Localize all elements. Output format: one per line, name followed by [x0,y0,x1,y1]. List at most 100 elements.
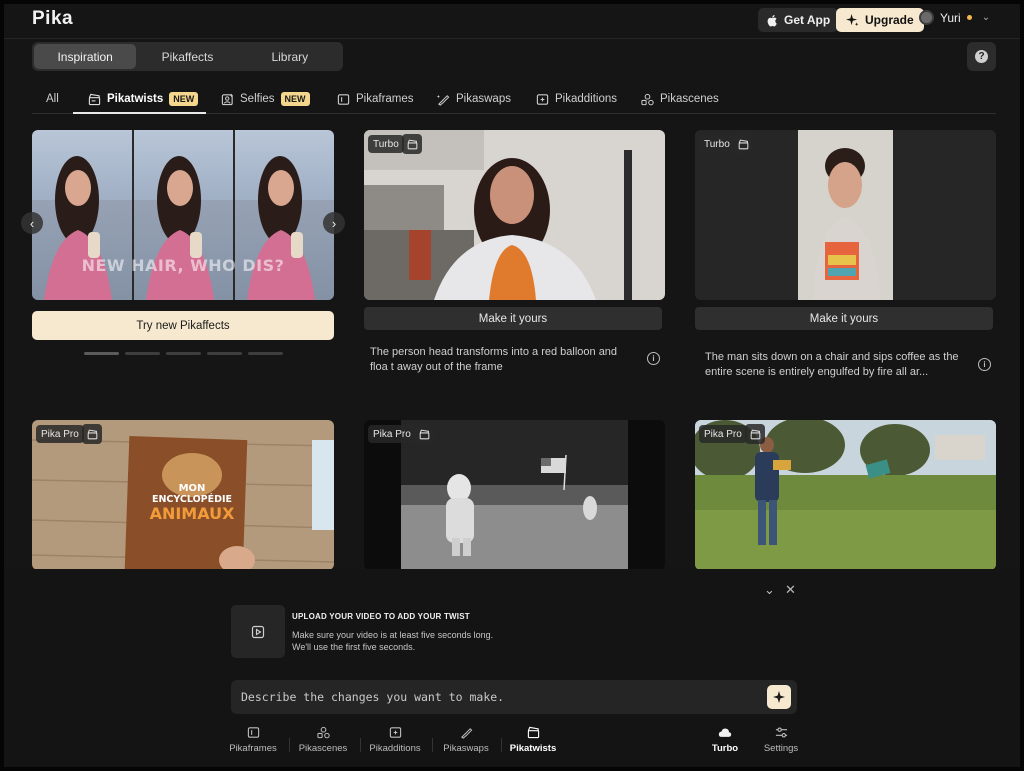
scenes-icon [316,726,330,739]
category-pikaframes[interactable]: Pikaframes [337,84,414,114]
try-pikaffects-button[interactable]: Try new Pikaffects [32,311,334,340]
sparkle-icon [773,691,785,703]
user-name: Yuri [940,10,961,25]
category-selfies[interactable]: Selfies NEW [221,84,310,114]
add-icon [389,727,401,738]
user-menu[interactable]: Yuri ⌄ [919,10,990,25]
category-label: Pikaframes [356,93,414,105]
help-icon: ? [975,50,988,63]
tool-pikaframes[interactable]: Pikaframes [223,726,283,754]
upload-video-icon [251,625,265,638]
model-tag: Pika Pro [368,425,416,443]
twist-tag-icon [402,134,422,154]
settings-sliders-icon [775,727,787,738]
video-card[interactable]: MON ENCYCLOPÉDIE ANIMAUX Pika Pro [32,420,334,570]
info-icon[interactable]: i [647,352,660,365]
video-thumbnail [364,130,665,300]
make-it-yours-button[interactable]: Make it yours [695,307,993,330]
main-tabs: Inspiration Pikaffects Library [32,42,343,71]
collapse-panel-icon[interactable]: ⌄ [764,582,775,598]
get-app-label: Get App [784,13,831,27]
selfie-icon [221,92,234,105]
frames-icon [247,727,259,738]
upload-title: UPLOAD YOUR VIDEO TO ADD YOUR TWIST [292,612,470,621]
category-pikatwists[interactable]: Pikatwists NEW [88,84,199,114]
upgrade-label: Upgrade [865,13,914,27]
tool-pikascenes[interactable]: Pikascenes [293,726,353,754]
new-badge: NEW [280,92,310,106]
header-divider [4,38,1020,39]
tool-label: Pikaswaps [443,743,489,754]
twist-tag-icon [82,424,102,444]
model-tag: Pika Pro [699,425,747,443]
pika-logo[interactable]: Pika [32,8,73,30]
hero-carousel-card[interactable]: NEW HAIR, WHO DIS? [32,130,334,300]
carousel-dot[interactable] [166,352,201,355]
tab-inspiration[interactable]: Inspiration [34,44,137,69]
card-description: The man sits down on a chair and sips co… [705,351,959,378]
category-pikadditions[interactable]: Pikadditions [536,84,617,114]
category-label: Selfies [240,93,275,105]
info-icon[interactable]: i [978,358,991,371]
twist-tag-icon [733,134,753,154]
chevron-down-icon: ⌄ [981,12,991,23]
sparkle-icon [846,13,859,26]
carousel-dot[interactable] [84,352,119,355]
tool-divider [501,738,502,752]
cloud-icon [718,728,732,737]
category-row: All Pikatwists NEW Selfies NEW Pikaframe… [32,84,996,114]
twist-tag-icon [414,424,434,444]
swap-icon [437,94,450,106]
card-description: The person head transforms into a red ba… [370,346,618,373]
tool-settings[interactable]: Settings [751,726,811,754]
tool-divider [432,738,433,752]
tab-pikaffects[interactable]: Pikaffects [136,44,238,69]
tool-pikaswaps[interactable]: Pikaswaps [436,726,496,754]
video-card[interactable]: Pika Pro [695,420,996,570]
video-card[interactable]: Turbo [364,130,665,300]
tool-label: Turbo [711,743,739,754]
category-label: Pikascenes [660,93,719,105]
hero-overlay-text: NEW HAIR, WHO DIS? [81,256,285,275]
tab-library[interactable]: Library [239,44,341,69]
category-label: Pikaswaps [456,93,511,105]
category-all[interactable]: All [46,84,59,114]
scenes-icon [641,93,654,105]
tool-label: Pikadditions [369,743,421,754]
clapper-icon [527,726,539,739]
carousel-next-button[interactable]: › [323,212,345,234]
tool-pikatwists[interactable]: Pikatwists [503,726,563,754]
carousel-dot[interactable] [125,352,160,355]
upload-instruction-line: We'll use the first five seconds. [292,642,416,652]
category-pikascenes[interactable]: Pikascenes [641,84,719,114]
upload-video-button[interactable] [231,605,285,658]
frames-icon [337,93,350,105]
tool-turbo[interactable]: Turbo [695,726,755,754]
video-card[interactable]: Turbo [695,130,996,300]
generate-button[interactable] [767,685,791,709]
clapper-icon [88,93,101,105]
carousel-dot[interactable] [207,352,242,355]
carousel-prev-button[interactable]: ‹ [21,212,43,234]
close-icon[interactable]: ✕ [785,582,796,598]
get-app-button[interactable]: Get App [758,8,839,32]
category-label: Pikadditions [555,93,618,105]
video-card[interactable]: Pika Pro [364,420,665,570]
upgrade-button[interactable]: Upgrade [836,8,924,32]
make-it-yours-button[interactable]: Make it yours [364,307,662,330]
category-pikaswaps[interactable]: Pikaswaps [437,84,511,114]
tool-label: Pikatwists [509,743,557,754]
carousel-dot[interactable] [248,352,283,355]
prompt-input[interactable] [241,686,741,708]
tool-pikadditions[interactable]: Pikadditions [365,726,425,754]
category-label: Pikatwists [107,93,164,105]
upload-instruction-line: Make sure your video is at least five se… [292,630,494,640]
help-button[interactable]: ? [967,42,996,71]
tool-label: Pikascenes [298,743,348,754]
prompt-box [231,680,797,714]
twist-tag-icon [745,424,765,444]
chevron-right-icon: › [331,215,337,231]
book-title-line: MON [178,483,206,494]
chevron-left-icon: ‹ [29,215,35,231]
book-title: MON ENCYCLOPÉDIE ANIMAUX [132,483,252,523]
